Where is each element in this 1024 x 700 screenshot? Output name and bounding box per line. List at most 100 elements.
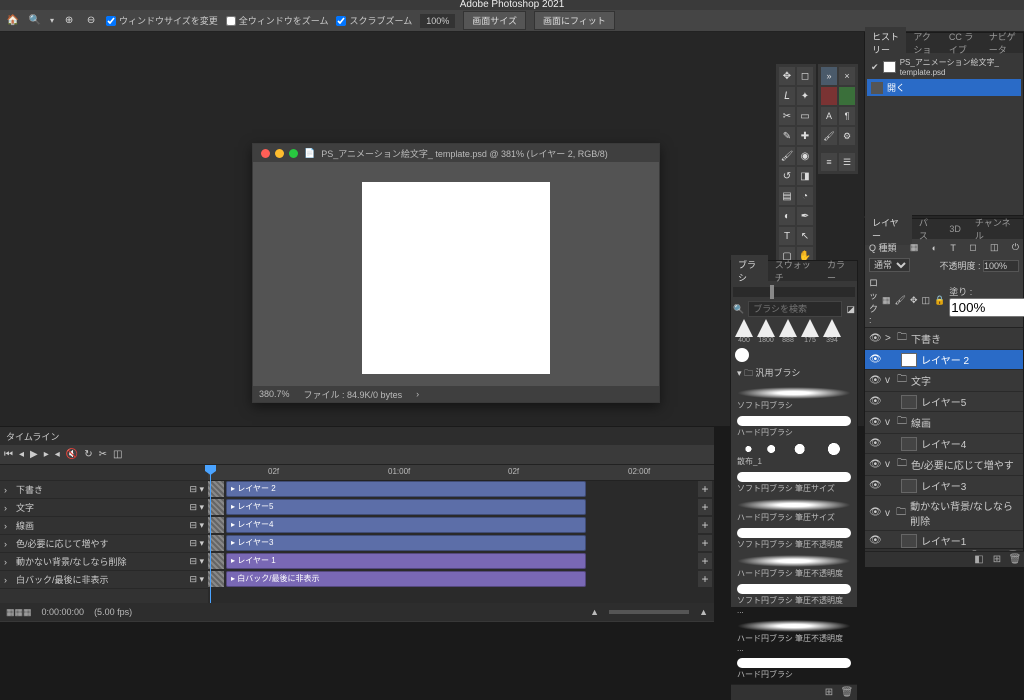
playhead[interactable] [210, 465, 211, 603]
track-options-icon[interactable]: ⊟ ▾ [189, 556, 204, 567]
layer-row[interactable]: 👁v🗀動かない背景/なしなら削除 [865, 496, 1023, 531]
track-options-icon[interactable]: ⊟ ▾ [189, 502, 204, 513]
trash-icon[interactable]: 🗑 [841, 687, 853, 699]
tab-actions[interactable]: アクショ [906, 27, 942, 59]
layer-row[interactable]: 👁レイヤー3 [865, 476, 1023, 496]
transition-icon[interactable]: ◫ [113, 449, 122, 460]
filter-adjust-icon[interactable]: ◐ [932, 243, 937, 253]
brush-tool-icon[interactable]: 🖌 [779, 147, 795, 165]
file-info[interactable]: ファイル : 84.9K/0 bytes [304, 388, 403, 401]
timeline-layer-row[interactable]: ›動かない背景/なしなら削除⊟ ▾ [0, 553, 208, 571]
actual-size-button[interactable]: 画面サイズ [463, 11, 526, 30]
expand-panel-icon[interactable]: » [821, 67, 837, 85]
visibility-icon[interactable]: 👁 [869, 333, 881, 345]
clip-chevron-icon[interactable]: ▸ [231, 502, 235, 511]
new-doc-icon[interactable]: ⊞ [991, 554, 1003, 566]
tab-brushes[interactable]: ブラシ [731, 255, 768, 287]
type-tool-icon[interactable]: T [779, 227, 795, 245]
gradient-tool-icon[interactable]: ▤ [779, 187, 795, 205]
layer-row[interactable]: 👁レイヤー4 [865, 434, 1023, 454]
first-frame-icon[interactable]: ⏮ [4, 449, 13, 460]
prev-frame-icon[interactable]: ◂ [19, 449, 24, 460]
brush-import-icon[interactable]: ◪ [846, 304, 855, 315]
canvas[interactable] [362, 182, 550, 374]
chevron-right-icon[interactable]: › [4, 539, 12, 549]
history-step[interactable]: 開く [867, 79, 1021, 96]
swatch-icon[interactable] [839, 87, 855, 105]
new-snapshot-icon[interactable]: ◧ [973, 554, 985, 566]
prev-keyframe-icon[interactable]: ◂ [55, 449, 60, 460]
track-options-icon[interactable]: ⊟ ▾ [189, 574, 204, 585]
close-panel-icon[interactable]: × [839, 67, 855, 85]
chevron-right-icon[interactable]: › [416, 389, 419, 399]
lock-pos-icon[interactable]: ✥ [910, 295, 918, 306]
dropdown-icon[interactable]: ▾ [50, 16, 54, 25]
marquee-tool-icon[interactable]: ◻ [797, 67, 813, 85]
zoom-in-icon[interactable]: ⊕ [62, 14, 76, 28]
timeline-layer-row[interactable]: ›文字⊟ ▾ [0, 499, 208, 517]
timeline-clip[interactable]: ▸ 白バック/最後に非表示 [226, 571, 586, 587]
layer-row[interactable]: 👁v🗀文字 [865, 370, 1023, 392]
new-brush-icon[interactable]: ⊞ [823, 687, 835, 699]
history-brush-icon[interactable]: ↺ [779, 167, 795, 185]
trash-icon[interactable]: 🗑 [1009, 554, 1021, 566]
home-icon[interactable]: 🏠 [6, 14, 20, 28]
timecode[interactable]: 0:00:00:00 [42, 607, 85, 617]
paragraph-icon[interactable]: ¶ [839, 107, 855, 125]
resize-windows-checkbox[interactable]: ウィンドウサイズを変更 [106, 14, 218, 27]
visibility-icon[interactable]: 👁 [869, 459, 881, 471]
brush-item[interactable]: ソフト円ブラシ [733, 384, 855, 413]
timeline-track-area[interactable]: 02f01:00f02f02:00f ▸ レイヤー 2+▸ レイヤー5+▸ レイ… [208, 465, 714, 603]
brush-tip-icon[interactable] [801, 319, 819, 337]
loop-icon[interactable]: ↻ [84, 449, 92, 460]
fit-screen-button[interactable]: 画面にフィット [534, 11, 615, 30]
move-tool-icon[interactable]: ✥ [779, 67, 795, 85]
timeline-layer-row[interactable]: ›色/必要に応じて増やす⊟ ▾ [0, 535, 208, 553]
layer-row[interactable]: 👁レイヤー1 [865, 531, 1023, 548]
visibility-icon[interactable]: 👁 [869, 396, 881, 408]
tab-swatches[interactable]: スウォッチ [768, 255, 820, 287]
filter-type-icon[interactable]: T [950, 243, 956, 253]
zoom-readout[interactable]: 380.7% [259, 389, 290, 399]
fps-readout[interactable]: (5.00 fps) [94, 607, 132, 617]
stamp-tool-icon[interactable]: ◉ [797, 147, 813, 165]
visibility-icon[interactable]: 👁 [869, 417, 881, 429]
layer-row[interactable]: 👁レイヤー 2 [865, 350, 1023, 370]
opacity-input[interactable] [983, 260, 1019, 272]
track-options-icon[interactable]: ⊟ ▾ [189, 520, 204, 531]
tab-history[interactable]: ヒストリー [865, 27, 906, 59]
zoom-tool-icon[interactable]: 🔍 [28, 14, 42, 28]
brush-search-input[interactable] [748, 301, 842, 317]
pen-tool-icon[interactable]: ✒ [797, 207, 813, 225]
path-tool-icon[interactable]: ↖ [797, 227, 813, 245]
chevron-right-icon[interactable]: › [4, 521, 12, 531]
layer-row[interactable]: 👁>🗀下書き [865, 328, 1023, 350]
maximize-icon[interactable] [289, 149, 298, 158]
timeline-clip[interactable]: ▸ レイヤー 2 [226, 481, 586, 497]
add-clip-button[interactable]: + [698, 517, 712, 533]
tab-channels[interactable]: チャンネル [968, 213, 1023, 245]
timeline-layer-row[interactable]: ›線画⊟ ▾ [0, 517, 208, 535]
chevron-right-icon[interactable]: › [4, 575, 12, 585]
fill-input[interactable] [949, 298, 1024, 317]
zoom-slider[interactable] [609, 610, 689, 614]
cut-icon[interactable]: ✂ [99, 449, 107, 460]
brush-item[interactable]: 散布_1 [733, 440, 855, 469]
tab-3d[interactable]: 3D [942, 221, 968, 237]
wand-tool-icon[interactable]: ✦ [797, 87, 813, 105]
mute-icon[interactable]: 🔇 [66, 449, 78, 460]
document-titlebar[interactable]: 📄 PS_アニメーション絵文字_ template.psd @ 381% (レイ… [253, 144, 659, 162]
brush-tip-icon[interactable] [735, 319, 753, 337]
visibility-icon[interactable]: 👁 [869, 535, 881, 547]
heal-tool-icon[interactable]: ✚ [797, 127, 813, 145]
adjustments-icon[interactable]: ≡ [821, 153, 837, 171]
brush-group-header[interactable]: ▾ 🗀 汎用ブラシ [733, 364, 855, 384]
tab-cclib[interactable]: CC ライブ [942, 27, 982, 59]
kind-label[interactable]: Q 種類 [869, 241, 897, 254]
zoom-out-icon[interactable]: ⊖ [84, 14, 98, 28]
chevron-right-icon[interactable]: › [4, 557, 12, 567]
next-frame-icon[interactable]: ▸ [44, 449, 49, 460]
window-controls[interactable] [261, 149, 298, 158]
chevron-right-icon[interactable]: › [4, 503, 12, 513]
timeline-layer-row[interactable]: ›白バック/最後に非表示⊟ ▾ [0, 571, 208, 589]
